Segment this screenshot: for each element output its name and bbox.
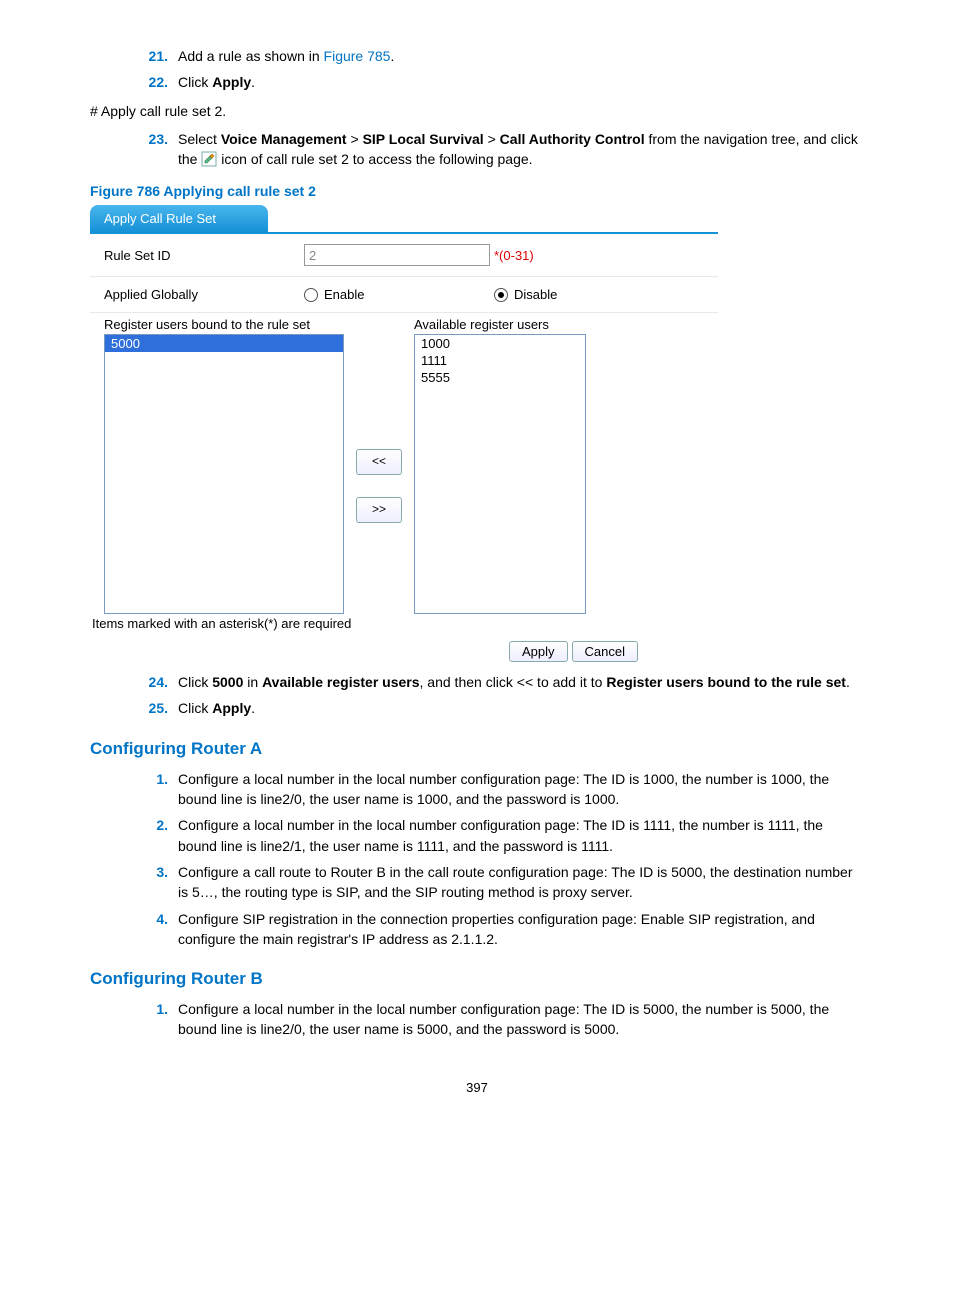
radio-enable[interactable]	[304, 288, 318, 302]
heading-configuring-router-b: Configuring Router B	[90, 969, 864, 989]
row-applied-globally: Applied Globally Enable Disable	[90, 277, 718, 313]
list-item: 4.Configure SIP registration in the conn…	[134, 909, 864, 950]
step-number: 24.	[134, 672, 178, 692]
list-item: 2.Configure a local number in the local …	[134, 815, 864, 856]
step-25: 25. Click Apply.	[134, 698, 864, 718]
tab-apply-call-rule-set[interactable]: Apply Call Rule Set	[90, 205, 268, 232]
list-item: 1.Configure a local number in the local …	[134, 769, 864, 810]
heading-configuring-router-a: Configuring Router A	[90, 739, 864, 759]
list-item: 3.Configure a call route to Router B in …	[134, 862, 864, 903]
move-left-button[interactable]: <<	[356, 449, 402, 475]
bold-text: Apply	[212, 74, 251, 90]
text: .	[390, 48, 394, 64]
step-number: 21.	[134, 46, 178, 66]
label-applied-globally: Applied Globally	[104, 287, 304, 302]
screenshot-apply-call-rule-set: Apply Call Rule Set Rule Set ID *(0-31) …	[90, 205, 718, 662]
step-number: 23.	[134, 129, 178, 170]
edit-icon	[201, 151, 217, 167]
text: Add a rule as shown in	[178, 48, 324, 64]
list-item: 1.Configure a local number in the local …	[134, 999, 864, 1040]
right-list-title: Available register users	[414, 317, 586, 332]
dual-listbox: Register users bound to the rule set 500…	[90, 313, 718, 614]
figure-caption: Figure 786 Applying call rule set 2	[90, 183, 864, 199]
step-22: 22. Click Apply.	[134, 72, 864, 92]
required-footnote: Items marked with an asterisk(*) are req…	[90, 614, 718, 637]
figure-link[interactable]: Figure 785	[324, 48, 391, 64]
label-rule-set-id: Rule Set ID	[104, 248, 304, 263]
step-number: 22.	[134, 72, 178, 92]
text: Click	[178, 74, 212, 90]
list-item[interactable]: 1111	[415, 352, 585, 369]
left-list-title: Register users bound to the rule set	[104, 317, 344, 332]
step-21: 21. Add a rule as shown in Figure 785.	[134, 46, 864, 66]
radio-disable-label: Disable	[514, 287, 557, 302]
apply-button[interactable]: Apply	[509, 641, 568, 662]
radio-enable-label: Enable	[324, 287, 364, 302]
list-item[interactable]: 1000	[415, 335, 585, 352]
input-rule-set-id[interactable]	[304, 244, 490, 266]
bound-users-list[interactable]: 5000	[104, 334, 344, 614]
step-24: 24. Click 5000 in Available register use…	[134, 672, 864, 692]
step-number: 25.	[134, 698, 178, 718]
move-right-button[interactable]: >>	[356, 497, 402, 523]
list-item[interactable]: 5000	[105, 335, 343, 352]
page-number: 397	[90, 1080, 864, 1095]
comment-line: # Apply call rule set 2.	[90, 103, 864, 119]
text: .	[251, 74, 255, 90]
cancel-button[interactable]: Cancel	[572, 641, 638, 662]
list-item[interactable]: 5555	[415, 369, 585, 386]
available-users-list[interactable]: 1000 1111 5555	[414, 334, 586, 614]
step-23: 23. Select Voice Management > SIP Local …	[134, 129, 864, 170]
radio-disable[interactable]	[494, 288, 508, 302]
row-rule-set-id: Rule Set ID *(0-31)	[90, 234, 718, 277]
hint-range: *(0-31)	[494, 248, 534, 263]
